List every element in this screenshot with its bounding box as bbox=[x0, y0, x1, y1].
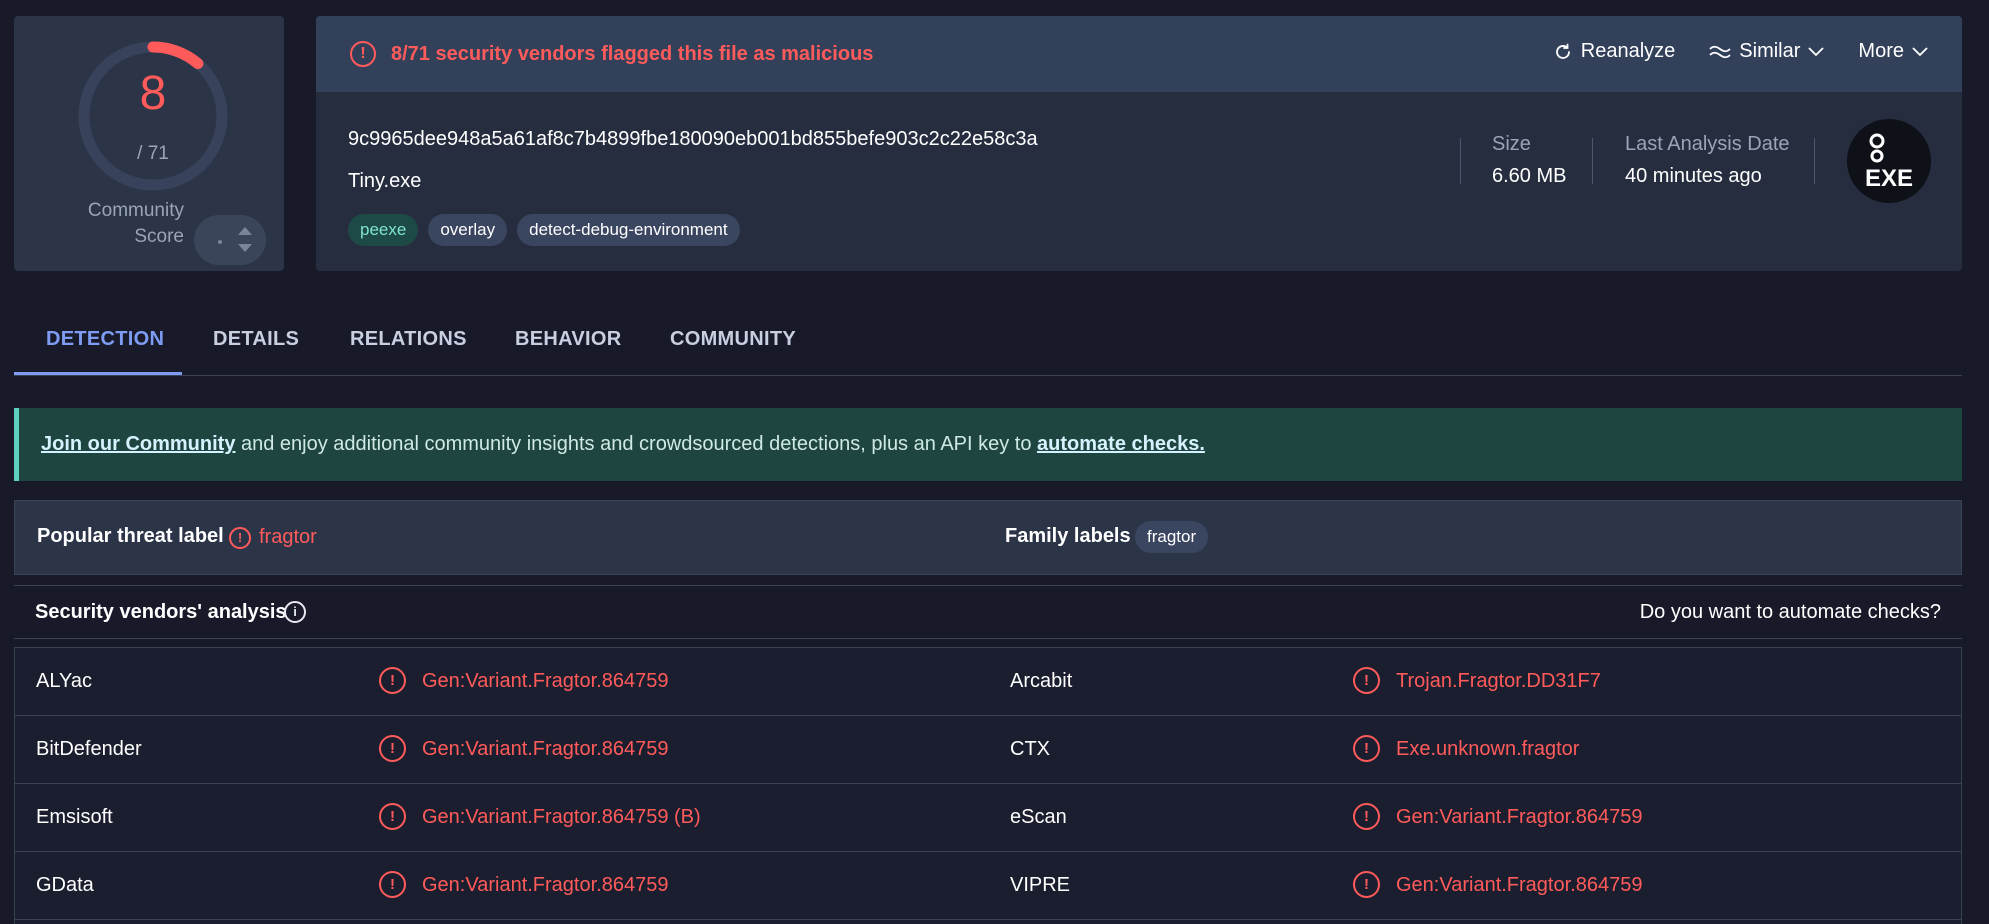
vendor-name: VIPRE bbox=[1010, 874, 1071, 896]
vendor-result: Gen:Variant.Fragtor.864759 (B) bbox=[422, 806, 701, 828]
tab-relations[interactable]: RELATIONS bbox=[350, 328, 467, 351]
alert-icon: ! bbox=[1353, 667, 1380, 694]
alert-icon: ! bbox=[1353, 803, 1380, 830]
banner-text: Join our Community and enjoy additional … bbox=[41, 433, 1205, 456]
table-row: ALYac ! Gen:Variant.Fragtor.864759 Arcab… bbox=[15, 648, 1961, 716]
info-icon[interactable]: i bbox=[284, 601, 306, 623]
file-type-label: EXE bbox=[1864, 165, 1914, 192]
vendor-name: CTX bbox=[1010, 738, 1050, 760]
detection-count: 8 bbox=[139, 67, 167, 120]
detection-score-card: 8 / 71 Community Score bbox=[14, 16, 284, 271]
vendor-name: BitDefender bbox=[36, 738, 142, 760]
community-vote-control[interactable] bbox=[194, 215, 266, 265]
vendor-name: Arcabit bbox=[1010, 670, 1073, 692]
detection-gauge: 8 / 71 bbox=[73, 36, 233, 196]
similar-button[interactable]: Similar bbox=[1709, 40, 1825, 63]
tag-detect-debug-environment[interactable]: detect-debug-environment bbox=[517, 214, 740, 246]
alert-icon: ! bbox=[379, 667, 406, 694]
vendor-result: Exe.unknown.fragtor bbox=[1396, 738, 1580, 760]
vendor-name: ALYac bbox=[36, 670, 92, 692]
vote-dot bbox=[218, 240, 222, 244]
malicious-alert-bar: ! 8/71 security vendors flagged this fil… bbox=[316, 16, 1962, 92]
gears-icon bbox=[1869, 133, 1909, 163]
popular-threat-label: Popular threat label bbox=[37, 525, 224, 547]
meta-divider bbox=[1814, 138, 1815, 184]
tab-community[interactable]: COMMUNITY bbox=[670, 328, 796, 351]
last-analysis-value: 40 minutes ago bbox=[1625, 165, 1762, 187]
alert-icon: ! bbox=[1353, 871, 1380, 898]
vendor-result: Trojan.Fragtor.DD31F7 bbox=[1396, 670, 1601, 692]
community-banner: Join our Community and enjoy additional … bbox=[14, 408, 1962, 481]
alert-text: 8/71 security vendors flagged this file … bbox=[391, 43, 874, 65]
tag-peexe[interactable]: peexe bbox=[348, 214, 419, 246]
file-hash[interactable]: 9c9965dee948a5a61af8c7b4899fbe180090eb00… bbox=[348, 128, 1038, 151]
join-community-link[interactable]: Join our Community bbox=[41, 433, 235, 455]
file-name: Tiny.exe bbox=[348, 170, 422, 192]
vendor-name: GData bbox=[36, 874, 94, 896]
file-actions: Reanalyze Similar More bbox=[1553, 40, 1928, 63]
more-button[interactable]: More bbox=[1858, 40, 1928, 63]
tab-detection[interactable]: DETECTION bbox=[46, 328, 164, 351]
alert-icon: ! bbox=[350, 41, 376, 67]
tab-details[interactable]: DETAILS bbox=[213, 328, 299, 351]
alert-icon: ! bbox=[379, 871, 406, 898]
last-analysis-label: Last Analysis Date bbox=[1625, 133, 1790, 155]
vendor-result: Gen:Variant.Fragtor.864759 bbox=[422, 738, 669, 760]
vendor-result: Gen:Variant.Fragtor.864759 bbox=[422, 670, 669, 692]
downvote-icon[interactable] bbox=[238, 244, 252, 252]
upvote-icon[interactable] bbox=[238, 227, 252, 235]
vendors-table: ALYac ! Gen:Variant.Fragtor.864759 Arcab… bbox=[14, 647, 1962, 924]
alert-icon: ! bbox=[1353, 735, 1380, 762]
vendors-header: Security vendors' analysis i Do you want… bbox=[14, 585, 1962, 639]
alert-icon: ! bbox=[379, 803, 406, 830]
detection-total: / 71 bbox=[137, 143, 169, 164]
tag-overlay[interactable]: overlay bbox=[428, 214, 508, 246]
threat-labels-row: Popular threat label ! fragtor Family la… bbox=[14, 500, 1962, 575]
family-label-tag[interactable]: fragtor bbox=[1135, 521, 1209, 553]
refresh-icon bbox=[1555, 43, 1570, 59]
reanalyze-button[interactable]: Reanalyze bbox=[1553, 40, 1675, 63]
family-labels-label: Family labels bbox=[1005, 525, 1131, 547]
file-summary-card: ! 8/71 security vendors flagged this fil… bbox=[316, 16, 1962, 271]
table-row: Emsisoft ! Gen:Variant.Fragtor.864759 (B… bbox=[15, 784, 1961, 852]
vendor-name: Emsisoft bbox=[36, 806, 113, 828]
detail-tabs: DETECTION DETAILS RELATIONS BEHAVIOR COM… bbox=[14, 316, 1962, 376]
meta-divider bbox=[1592, 138, 1593, 184]
table-row: BitDefender ! Gen:Variant.Fragtor.864759… bbox=[15, 716, 1961, 784]
table-row: GData ! Gen:Variant.Fragtor.864759 VIPRE… bbox=[15, 852, 1961, 920]
popular-threat-value[interactable]: fragtor bbox=[259, 526, 317, 549]
file-tags: peexe overlay detect-debug-environment bbox=[348, 214, 740, 246]
banner-middle-text: and enjoy additional community insights … bbox=[235, 433, 1038, 455]
threat-alert-icon: ! bbox=[229, 527, 251, 549]
automate-checks-cta[interactable]: Do you want to automate checks? bbox=[1640, 601, 1941, 624]
similar-icon bbox=[1709, 45, 1731, 58]
vendor-result: Gen:Variant.Fragtor.864759 bbox=[1396, 874, 1643, 896]
size-label: Size bbox=[1492, 133, 1531, 155]
vendor-result: Gen:Variant.Fragtor.864759 bbox=[422, 874, 669, 896]
active-tab-indicator bbox=[14, 372, 182, 375]
vendor-name: eScan bbox=[1010, 806, 1067, 828]
alert-icon: ! bbox=[379, 735, 406, 762]
chevron-down-icon bbox=[1912, 46, 1928, 56]
file-type-badge: EXE bbox=[1847, 119, 1931, 203]
vendor-result: Gen:Variant.Fragtor.864759 bbox=[1396, 806, 1643, 828]
chevron-down-icon bbox=[1808, 46, 1825, 56]
size-value: 6.60 MB bbox=[1492, 165, 1567, 187]
meta-divider bbox=[1460, 138, 1461, 184]
community-score-label: Community Score bbox=[87, 200, 184, 247]
automate-checks-link[interactable]: automate checks. bbox=[1037, 433, 1205, 455]
vendors-title: Security vendors' analysis bbox=[35, 601, 287, 623]
tab-behavior[interactable]: BEHAVIOR bbox=[515, 328, 621, 351]
